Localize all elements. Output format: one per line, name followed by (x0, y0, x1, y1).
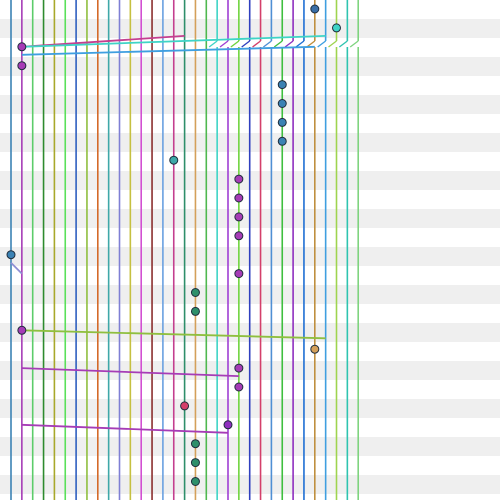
commit-node[interactable] (169, 155, 179, 165)
commit-node[interactable] (277, 136, 287, 146)
commit-node[interactable] (190, 477, 200, 486)
commit-node[interactable] (277, 99, 287, 108)
branch-lane-line (295, 40, 305, 48)
branch-lane-line (338, 40, 348, 48)
commit-node[interactable] (6, 250, 16, 260)
commit-node[interactable] (223, 420, 233, 430)
branch-lane-line (273, 40, 283, 48)
commit-node[interactable] (17, 61, 27, 71)
commit-node[interactable] (190, 306, 200, 316)
branch-lane-line (241, 40, 251, 48)
commit-node[interactable] (332, 23, 341, 33)
branch-lane-line (284, 40, 294, 48)
branch-lane-line (317, 40, 327, 48)
commit-node[interactable] (234, 269, 244, 279)
merge-edge (21, 423, 229, 434)
commit-node[interactable] (234, 363, 244, 373)
commit-graph-canvas (0, 0, 500, 500)
commit-node[interactable] (190, 458, 200, 468)
branch-lane-line (230, 40, 240, 48)
commit-graph-view (0, 0, 500, 500)
branch-lane-line (208, 40, 218, 48)
commit-node[interactable] (234, 382, 244, 392)
commit-node[interactable] (190, 439, 200, 449)
branch-lane-line (262, 40, 272, 48)
commit-node[interactable] (234, 193, 244, 203)
commit-node[interactable] (234, 174, 244, 184)
branch-lane-line (219, 40, 229, 48)
commit-node[interactable] (310, 4, 320, 14)
commit-node[interactable] (277, 117, 287, 127)
commit-node[interactable] (180, 401, 190, 411)
commit-node[interactable] (234, 231, 244, 241)
commit-node[interactable] (310, 344, 320, 354)
branch-lane-line (252, 40, 261, 48)
commit-node[interactable] (234, 212, 244, 222)
branch-lane-line (349, 40, 359, 48)
branch-lane-line (328, 40, 337, 48)
commit-node[interactable] (17, 325, 27, 335)
commit-node[interactable] (190, 288, 200, 297)
commit-node[interactable] (17, 42, 27, 52)
commit-node[interactable] (277, 80, 287, 90)
